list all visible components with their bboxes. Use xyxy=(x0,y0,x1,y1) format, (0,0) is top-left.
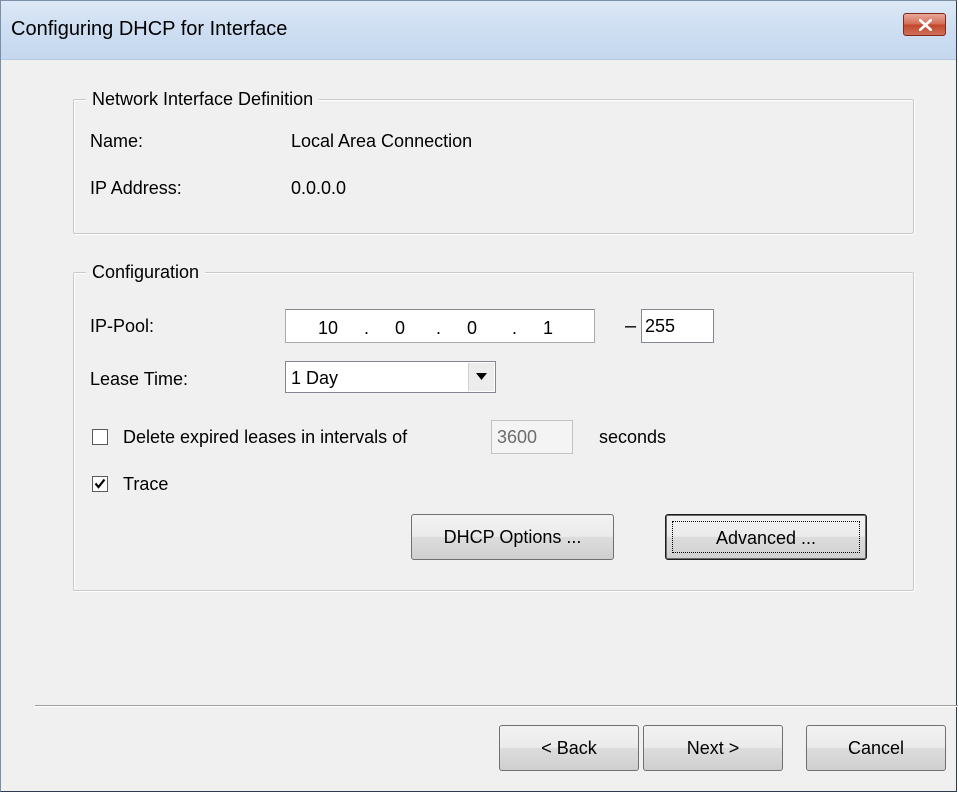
group-legend: Configuration xyxy=(86,261,206,283)
title-bar[interactable]: Configuring DHCP for Interface xyxy=(1,1,956,60)
close-icon xyxy=(919,19,932,31)
network-interface-group: Network Interface Definition xyxy=(73,88,914,234)
ip-address-label: IP Address: xyxy=(90,178,182,198)
close-button[interactable] xyxy=(903,13,946,36)
ip-octet-2[interactable]: 0 xyxy=(382,317,418,339)
ip-pool-end-input[interactable]: 255 xyxy=(641,309,714,343)
checkmark-icon xyxy=(94,478,106,489)
dhcp-options-button[interactable]: DHCP Options ... xyxy=(411,514,614,560)
next-button[interactable]: Next > xyxy=(643,725,783,771)
range-dash: – xyxy=(625,315,637,337)
footer-separator xyxy=(35,705,958,707)
seconds-label: seconds xyxy=(599,427,667,447)
ip-dot: . xyxy=(364,318,370,338)
name-value: Local Area Connection xyxy=(291,131,473,151)
delete-expired-checkbox[interactable] xyxy=(92,429,108,445)
chevron-down-icon xyxy=(476,373,487,380)
dhcp-config-dialog: Configuring DHCP for Interface Network I… xyxy=(0,0,958,792)
lease-time-value: 1 Day xyxy=(291,368,339,388)
trace-checkbox[interactable] xyxy=(92,476,108,492)
delete-expired-label[interactable]: Delete expired leases in intervals of xyxy=(123,426,407,448)
window-title: Configuring DHCP for Interface xyxy=(11,18,288,40)
interval-seconds-input: 3600 xyxy=(491,420,573,454)
trace-label[interactable]: Trace xyxy=(123,473,168,495)
cancel-button[interactable]: Cancel xyxy=(806,725,946,771)
dropdown-button[interactable] xyxy=(468,363,494,391)
ip-octet-3[interactable]: 0 xyxy=(454,317,490,339)
advanced-button[interactable]: Advanced ... xyxy=(665,514,867,560)
ip-address-value: 0.0.0.0 xyxy=(291,178,347,198)
ip-dot: . xyxy=(436,318,442,338)
back-button[interactable]: < Back xyxy=(499,725,639,771)
ip-pool-label: IP-Pool: xyxy=(90,316,155,336)
name-label: Name: xyxy=(90,131,144,151)
ip-dot: . xyxy=(512,318,518,338)
lease-time-select[interactable]: 1 Day xyxy=(285,361,496,393)
ip-octet-1[interactable]: 10 xyxy=(310,317,346,339)
ip-octet-4[interactable]: 1 xyxy=(530,317,566,339)
group-legend: Network Interface Definition xyxy=(86,88,320,110)
lease-time-label: Lease Time: xyxy=(90,369,189,389)
ip-pool-start-input[interactable]: 10 . 0 . 0 . 1 xyxy=(285,309,595,343)
advanced-button-label: Advanced ... xyxy=(672,521,860,553)
